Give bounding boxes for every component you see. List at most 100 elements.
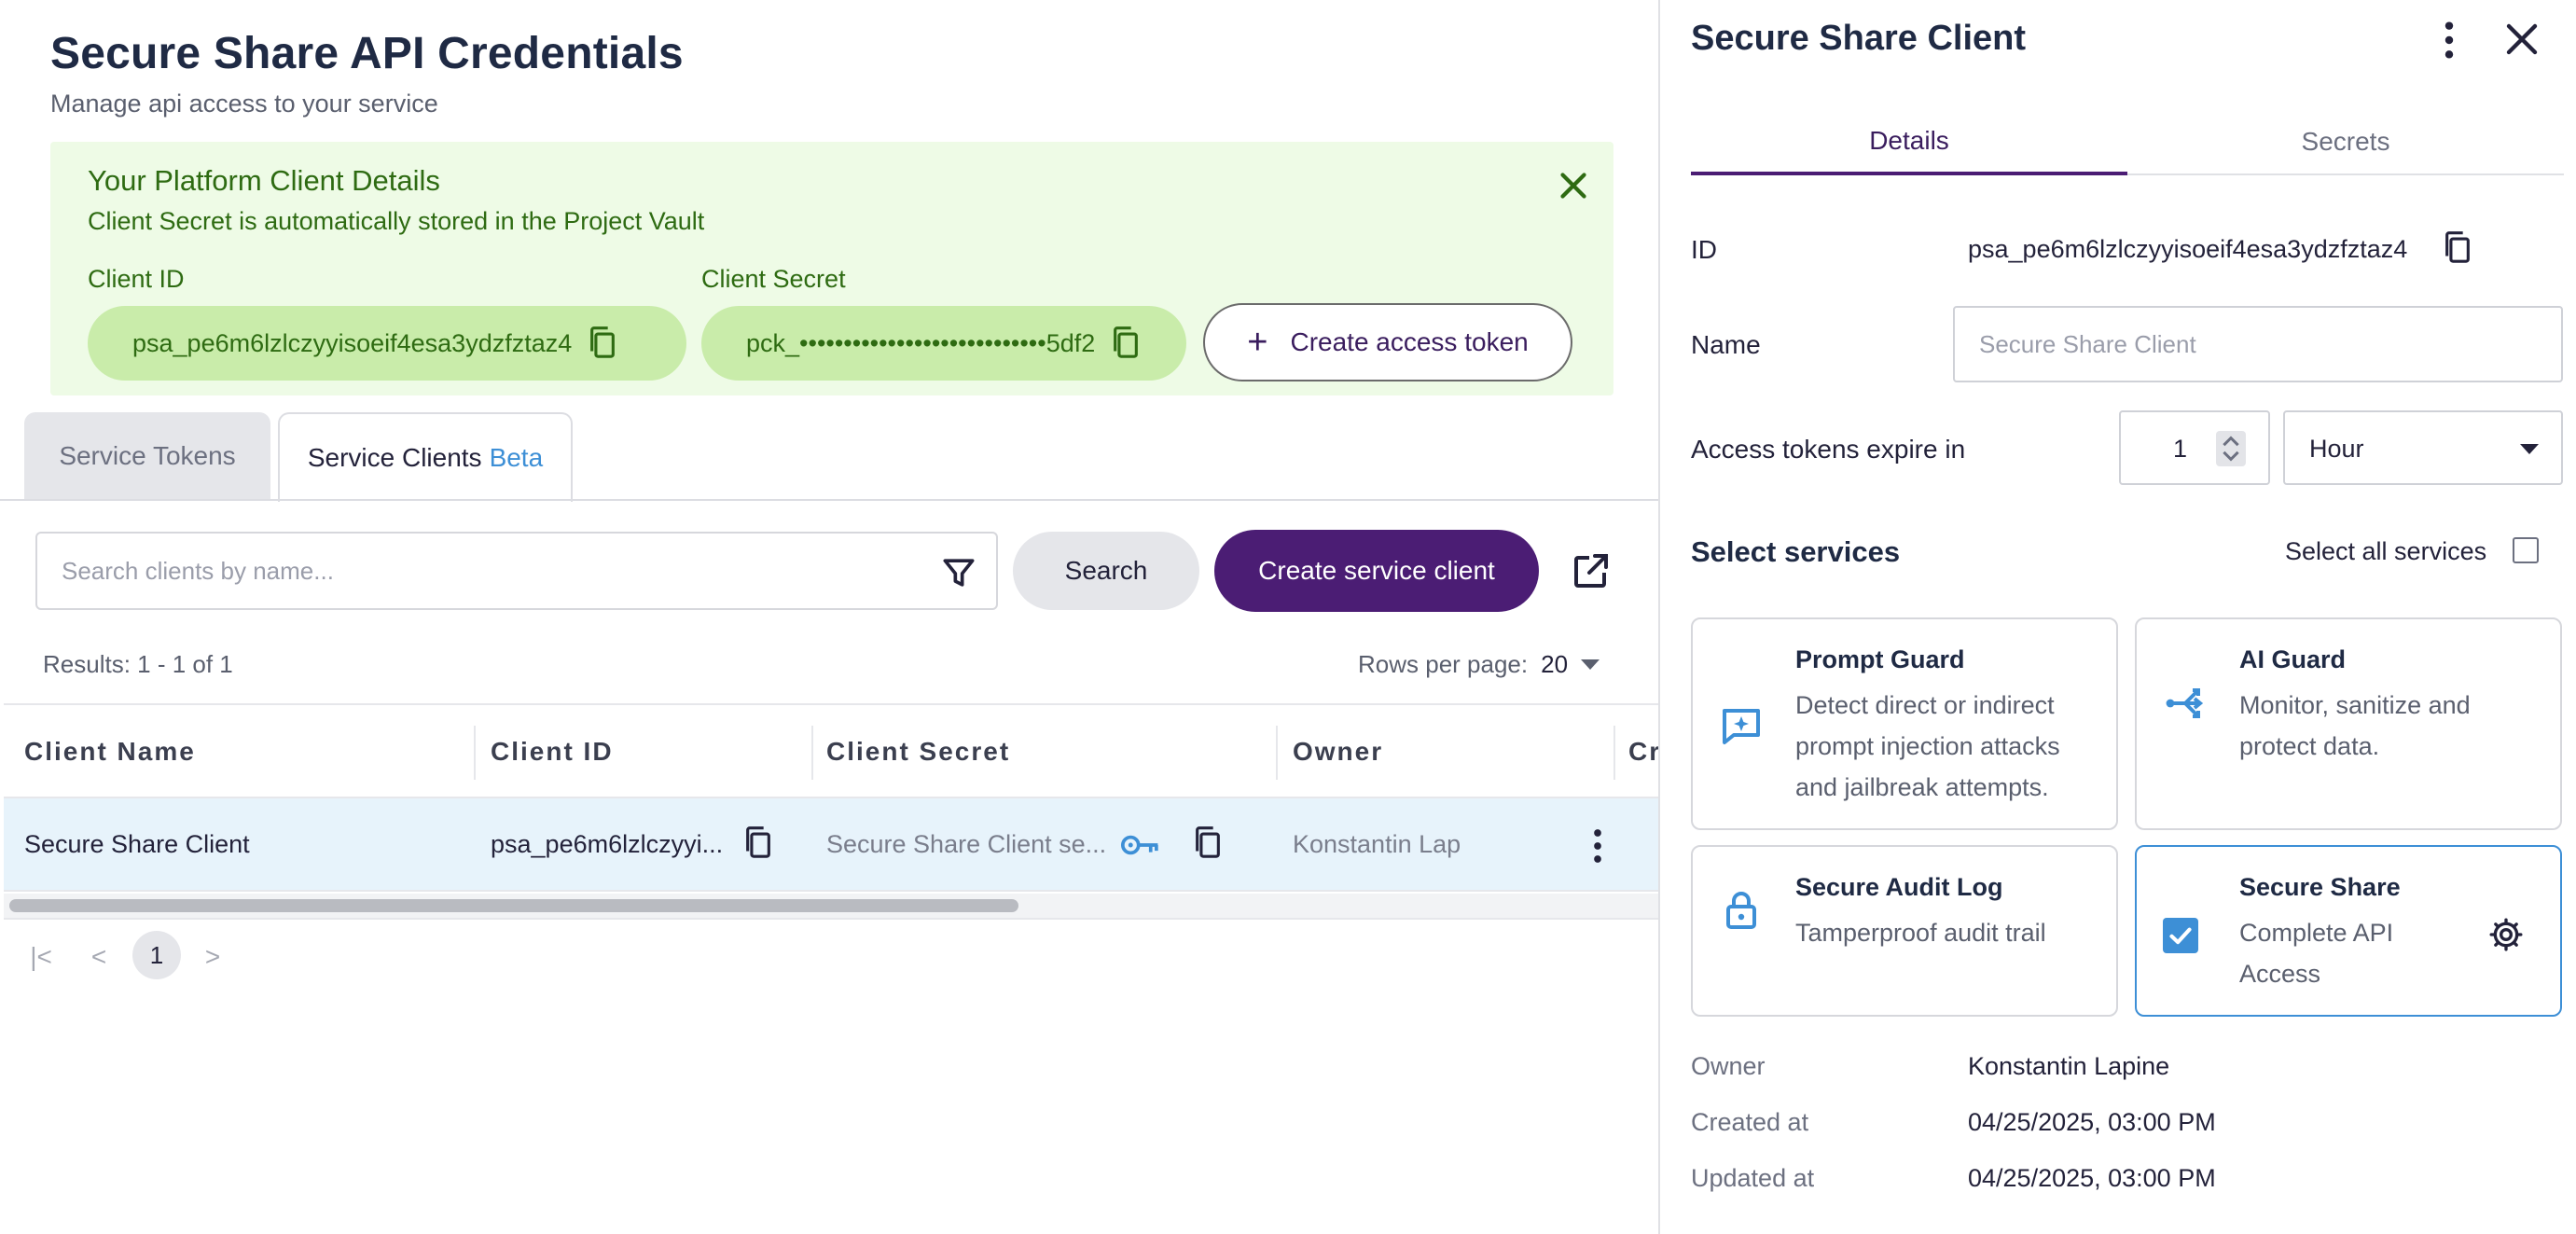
service-description: Complete API Access bbox=[2239, 919, 2394, 988]
create-service-client-button[interactable]: Create service client bbox=[1214, 530, 1539, 612]
expire-stepper[interactable]: 1 bbox=[2119, 410, 2270, 485]
client-secret-value: pck_••••••••••••••••••••••••••••5df2 bbox=[746, 328, 1096, 357]
service-description: Monitor, sanitize and protect data. bbox=[2239, 691, 2471, 760]
id-label: ID bbox=[1691, 235, 1717, 264]
search-field bbox=[35, 532, 998, 610]
copy-icon[interactable] bbox=[1110, 325, 1142, 362]
page-subtitle: Manage api access to your service bbox=[50, 90, 438, 118]
notice-title: Your Platform Client Details bbox=[88, 164, 440, 197]
horizontal-scrollbar[interactable] bbox=[4, 894, 1658, 920]
tab-label: Service Tokens bbox=[59, 441, 236, 470]
notice-subtitle: Client Secret is automatically stored in… bbox=[88, 207, 705, 235]
column-header[interactable]: Client Secret bbox=[826, 737, 1010, 767]
chat-sparkle-icon bbox=[1719, 703, 1764, 748]
main-content: Secure Share API Credentials Manage api … bbox=[0, 0, 1661, 1234]
owner-value: Konstantin Lapine bbox=[1968, 1052, 2170, 1080]
lock-icon bbox=[1719, 888, 1764, 933]
column-divider bbox=[1613, 726, 1615, 780]
rows-per-page[interactable]: Rows per page: 20 bbox=[1358, 650, 1600, 679]
table-header: Client Name Client ID Client Secret Owne… bbox=[4, 703, 1661, 798]
column-divider bbox=[474, 726, 476, 780]
tab-label: Service Clients bbox=[307, 443, 482, 472]
copy-icon[interactable] bbox=[742, 825, 774, 862]
tab-details[interactable]: Details bbox=[1691, 110, 2127, 175]
service-card-secure-audit-log[interactable]: Secure Audit Log Tamperproof audit trail bbox=[1691, 845, 2118, 1017]
expire-unit-value: Hour bbox=[2309, 435, 2364, 463]
updated-value: 04/25/2025, 03:00 PM bbox=[1968, 1164, 2216, 1192]
tab-service-clients[interactable]: Service Clients Beta bbox=[278, 412, 573, 502]
copy-icon[interactable] bbox=[2442, 229, 2473, 267]
filter-icon[interactable] bbox=[938, 552, 979, 593]
service-card-ai-guard[interactable]: AI Guard Monitor, sanitize and protect d… bbox=[2135, 617, 2562, 830]
prev-page-icon[interactable]: < bbox=[82, 936, 116, 977]
spinner-icon[interactable] bbox=[2216, 431, 2246, 466]
page-number-current[interactable]: 1 bbox=[132, 931, 181, 979]
column-divider bbox=[811, 726, 813, 780]
client-id-pill: psa_pe6m6lzlczyyisoeif4esa3ydzfztaz4 bbox=[88, 306, 686, 381]
scrollbar-thumb[interactable] bbox=[9, 899, 1018, 912]
column-divider bbox=[1276, 726, 1278, 780]
cell-client-name: Secure Share Client bbox=[24, 830, 250, 858]
copy-icon[interactable] bbox=[587, 325, 618, 362]
tab-divider bbox=[0, 499, 1658, 501]
service-title: Secure Audit Log bbox=[1795, 873, 2003, 901]
service-description: Tamperproof audit trail bbox=[1795, 919, 2046, 947]
cell-client-secret: Secure Share Client se... bbox=[826, 830, 1107, 858]
name-input[interactable] bbox=[1953, 306, 2563, 382]
key-icon[interactable] bbox=[1119, 826, 1162, 868]
select-services-title: Select services bbox=[1691, 535, 1901, 568]
name-label: Name bbox=[1691, 330, 1761, 359]
created-label: Created at bbox=[1691, 1108, 1809, 1136]
service-title: AI Guard bbox=[2239, 645, 2347, 673]
tab-service-tokens[interactable]: Service Tokens bbox=[24, 412, 270, 500]
service-card-prompt-guard[interactable]: Prompt Guard Detect direct or indirect p… bbox=[1691, 617, 2118, 830]
expire-unit-select[interactable]: Hour bbox=[2283, 410, 2563, 485]
search-button[interactable]: Search bbox=[1013, 532, 1199, 610]
beta-badge: Beta bbox=[489, 443, 544, 472]
close-icon[interactable] bbox=[1552, 164, 1595, 207]
column-header[interactable]: Cr bbox=[1628, 737, 1661, 767]
rows-per-page-label: Rows per page: bbox=[1358, 650, 1529, 678]
client-id-value: psa_pe6m6lzlczyyisoeif4esa3ydzfztaz4 bbox=[132, 328, 573, 357]
updated-label: Updated at bbox=[1691, 1164, 1815, 1192]
next-page-icon[interactable]: > bbox=[196, 936, 229, 977]
rows-per-page-value: 20 bbox=[1541, 650, 1569, 678]
create-access-token-button[interactable]: + Create access token bbox=[1203, 303, 1572, 381]
id-value: psa_pe6m6lzlczyyisoeif4esa3ydzfztaz4 bbox=[1968, 235, 2408, 263]
client-secret-label: Client Secret bbox=[701, 265, 846, 293]
more-vertical-icon[interactable] bbox=[2431, 19, 2468, 62]
cell-client-id: psa_pe6m6lzlczyyi... bbox=[491, 830, 724, 858]
caret-down-icon bbox=[2520, 444, 2539, 454]
branch-arrows-icon bbox=[2163, 681, 2208, 726]
client-details-notice: Your Platform Client Details Client Secr… bbox=[50, 142, 1613, 395]
plus-icon: + bbox=[1247, 323, 1268, 362]
owner-label: Owner bbox=[1691, 1052, 1766, 1080]
cell-owner: Konstantin Lap bbox=[1293, 830, 1461, 858]
client-detail-panel: Secure Share Client Details Secrets ID p… bbox=[1658, 0, 2576, 1234]
close-icon[interactable] bbox=[2500, 17, 2544, 62]
create-access-token-label: Create access token bbox=[1290, 327, 1529, 356]
service-card-secure-share[interactable]: Secure Share Complete API Access bbox=[2135, 845, 2562, 1017]
copy-icon[interactable] bbox=[1192, 825, 1224, 862]
more-vertical-icon[interactable] bbox=[1589, 826, 1606, 870]
column-header[interactable]: Owner bbox=[1293, 737, 1383, 767]
results-count: Results: 1 - 1 of 1 bbox=[43, 650, 233, 678]
expire-value: 1 bbox=[2173, 435, 2188, 463]
tab-secrets[interactable]: Secrets bbox=[2127, 110, 2564, 175]
column-header[interactable]: Client ID bbox=[491, 737, 614, 767]
checkbox-checked-icon[interactable] bbox=[2163, 918, 2198, 953]
table-row[interactable]: Secure Share Client psa_pe6m6lzlczyyi...… bbox=[4, 798, 1658, 892]
service-title: Prompt Guard bbox=[1795, 645, 1965, 673]
search-input[interactable] bbox=[62, 550, 901, 591]
column-header[interactable]: Client Name bbox=[24, 737, 196, 767]
service-title: Secure Share bbox=[2239, 873, 2401, 901]
select-all-checkbox[interactable] bbox=[2513, 537, 2539, 563]
open-in-new-icon[interactable] bbox=[1569, 548, 1613, 593]
first-page-icon[interactable]: |< bbox=[22, 936, 60, 977]
gear-icon[interactable] bbox=[2487, 916, 2525, 953]
expire-label: Access tokens expire in bbox=[1691, 435, 1966, 464]
client-id-label: Client ID bbox=[88, 265, 185, 293]
service-description: Detect direct or indirect prompt injecti… bbox=[1795, 691, 2060, 801]
client-secret-pill: pck_••••••••••••••••••••••••••••5df2 bbox=[701, 306, 1186, 381]
caret-down-icon bbox=[1581, 659, 1600, 670]
